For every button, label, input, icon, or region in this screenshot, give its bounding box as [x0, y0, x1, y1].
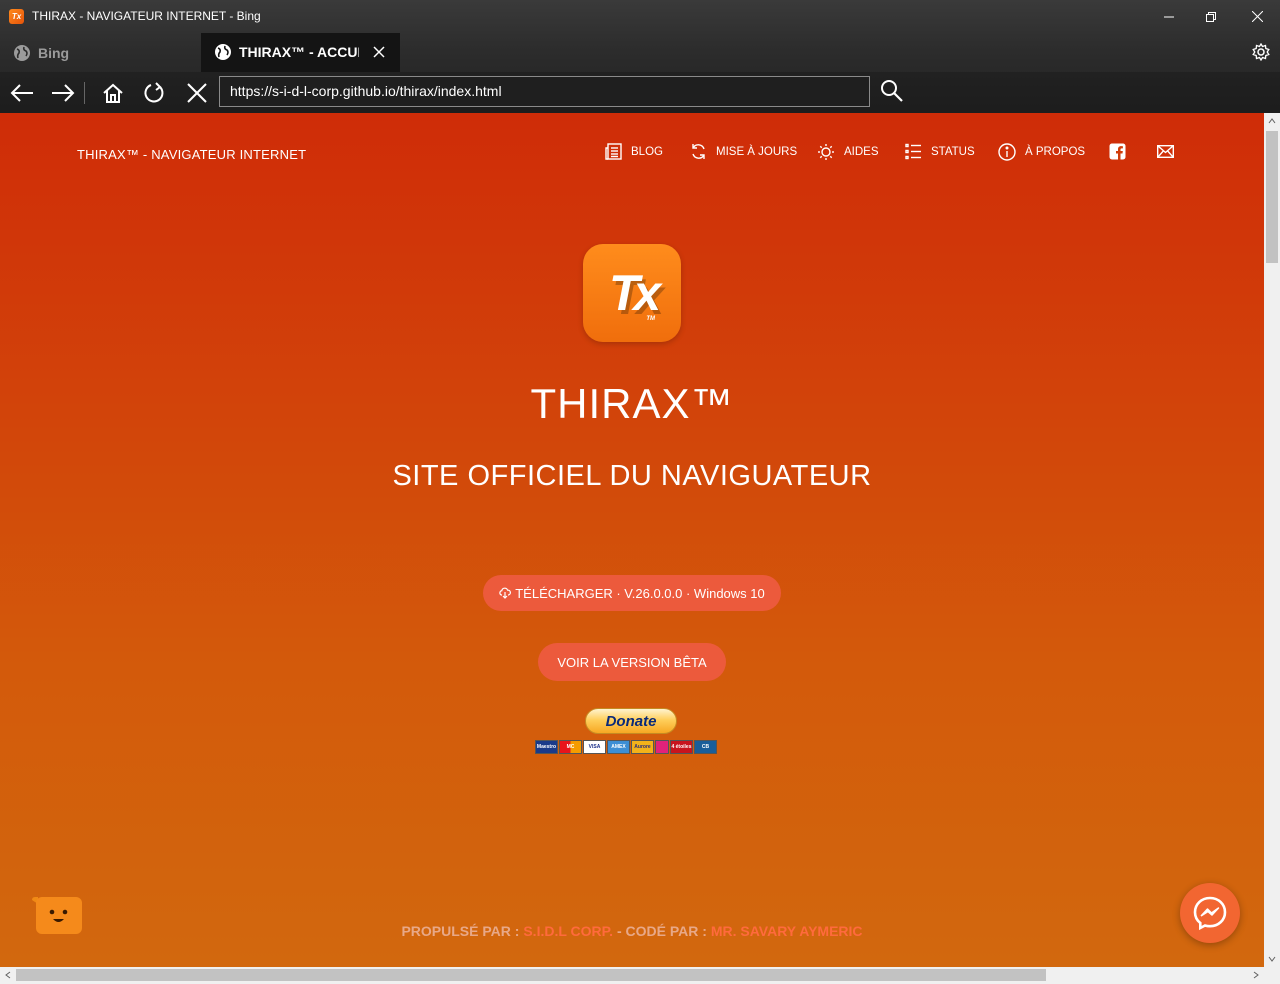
chevron-up-icon[interactable]	[1268, 117, 1276, 125]
tab-label: Bing	[38, 44, 70, 61]
restore-icon	[1206, 11, 1216, 22]
browser-chrome: Tx THIRAX - NAVIGATEUR INTERNET - Bing B…	[0, 0, 1280, 113]
restore-button[interactable]	[1188, 0, 1234, 33]
hero-subtitle: SITE OFFICIEL DU NAVIGUATEUR	[392, 460, 872, 492]
list-icon	[905, 143, 921, 160]
window-title: THIRAX - NAVIGATEUR INTERNET - Bing	[32, 9, 261, 23]
tab-thirax-accueil[interactable]: THIRAX™ - ACCUEIL	[201, 33, 400, 72]
site-brand[interactable]: THIRAX™ - NAVIGATEUR INTERNET	[77, 147, 306, 162]
stop-icon	[187, 83, 207, 103]
info-icon	[998, 143, 1016, 161]
address-bar[interactable]: https://s-i-d-l-corp.github.io/thirax/in…	[219, 76, 870, 107]
mastercard-icon: MC	[559, 740, 582, 754]
messenger-button[interactable]	[1180, 883, 1240, 943]
nav-label: BLOG	[631, 145, 663, 158]
mail-link[interactable]	[1157, 145, 1174, 158]
facebook-link[interactable]	[1109, 143, 1126, 160]
minimize-icon	[1164, 16, 1174, 17]
facebook-icon	[1109, 143, 1126, 160]
nav-label: AIDES	[844, 146, 879, 158]
cb-card-icon: CB	[694, 740, 717, 754]
footer-sidl-link[interactable]: S.I.D.L CORP.	[523, 923, 613, 939]
footer-coded-label: - CODÉ PAR :	[613, 923, 711, 939]
download-label: TÉLÉCHARGER · V.26.0.0.0 · Windows 10	[515, 585, 765, 601]
navigation-toolbar: https://s-i-d-l-corp.github.io/thirax/in…	[0, 72, 1280, 113]
home-button[interactable]	[100, 80, 126, 106]
search-icon	[881, 80, 903, 102]
download-button[interactable]: TÉLÉCHARGER · V.26.0.0.0 · Windows 10	[483, 575, 781, 611]
vertical-scroll-thumb[interactable]	[1266, 131, 1278, 263]
chat-smiley-icon	[32, 897, 82, 934]
nav-status[interactable]: STATUS	[905, 143, 975, 160]
lightbulb-icon	[818, 144, 834, 160]
logo-tm: TM	[646, 316, 655, 322]
close-tab-icon[interactable]	[372, 45, 386, 59]
arrow-left-icon	[10, 84, 33, 102]
donate-button[interactable]: Donate	[585, 708, 677, 734]
stop-button[interactable]	[184, 80, 210, 106]
cloud-download-icon	[499, 587, 512, 599]
tab-bing[interactable]: Bing	[0, 33, 200, 72]
4-etoiles-card-icon: 4 étoiles	[670, 740, 693, 754]
cb-pink-card-icon	[655, 740, 669, 754]
vertical-scrollbar[interactable]	[1264, 113, 1280, 968]
chevron-right-icon[interactable]	[1252, 971, 1260, 979]
page-viewport: THIRAX™ - NAVIGATEUR INTERNET BLOG MISE …	[0, 113, 1264, 967]
close-window-button[interactable]	[1234, 0, 1280, 33]
hero-title: THIRAX™	[530, 380, 734, 427]
footer-author-link[interactable]: MR. SAVARY AYMERIC	[711, 923, 863, 939]
tab-label: THIRAX™ - ACCUEIL	[239, 43, 359, 60]
refresh-icon	[144, 82, 164, 103]
nav-label: MISE À JOURS	[716, 145, 798, 158]
app-icon: Tx	[9, 9, 24, 24]
chevron-left-icon[interactable]	[4, 971, 12, 979]
footer: PROPULSÉ PAR : S.I.D.L CORP. - CODÉ PAR …	[0, 923, 1264, 939]
arrow-right-icon	[52, 84, 75, 102]
amex-card-icon: AMEX	[607, 740, 630, 754]
aurore-card-icon: Aurore	[631, 740, 654, 754]
nav-aides[interactable]: AIDES	[817, 143, 879, 161]
chat-widget-button[interactable]	[30, 896, 82, 936]
back-button[interactable]	[9, 80, 35, 106]
logo-text: Tx	[608, 265, 661, 321]
nav-label: À PROPOS	[1025, 146, 1086, 158]
title-bar: Tx THIRAX - NAVIGATEUR INTERNET - Bing	[0, 0, 1280, 33]
nav-blog[interactable]: BLOG	[605, 143, 663, 160]
thirax-logo: Tx TM	[583, 244, 681, 342]
beta-button[interactable]: VOIR LA VERSION BÊTA	[538, 643, 726, 681]
payment-cards: Maestro MC VISA AMEX Aurore 4 étoiles CB	[535, 740, 717, 754]
forward-button[interactable]	[50, 80, 76, 106]
close-icon	[1251, 11, 1263, 22]
refresh-icon	[692, 144, 705, 159]
minimize-button[interactable]	[1146, 0, 1192, 33]
horizontal-scrollbar[interactable]	[0, 967, 1280, 984]
messenger-icon	[1193, 896, 1227, 931]
globe-icon	[215, 43, 231, 60]
nav-a-propos[interactable]: À PROPOS	[998, 143, 1085, 161]
toolbar-divider	[84, 82, 85, 104]
mail-icon	[1157, 145, 1174, 158]
chevron-down-icon[interactable]	[1268, 955, 1276, 963]
globe-icon	[14, 44, 30, 61]
search-button[interactable]	[880, 79, 908, 107]
reload-button[interactable]	[141, 80, 167, 106]
nav-label: STATUS	[931, 145, 975, 158]
gear-icon[interactable]	[1252, 43, 1270, 61]
visa-card-icon: VISA	[583, 740, 606, 754]
nav-mise-a-jours[interactable]: MISE À JOURS	[690, 143, 797, 160]
home-icon	[103, 83, 123, 103]
maestro-card-icon: Maestro	[535, 740, 558, 754]
footer-powered-label: PROPULSÉ PAR :	[401, 923, 524, 939]
horizontal-scroll-thumb[interactable]	[16, 969, 1046, 981]
newspaper-icon	[605, 143, 622, 160]
